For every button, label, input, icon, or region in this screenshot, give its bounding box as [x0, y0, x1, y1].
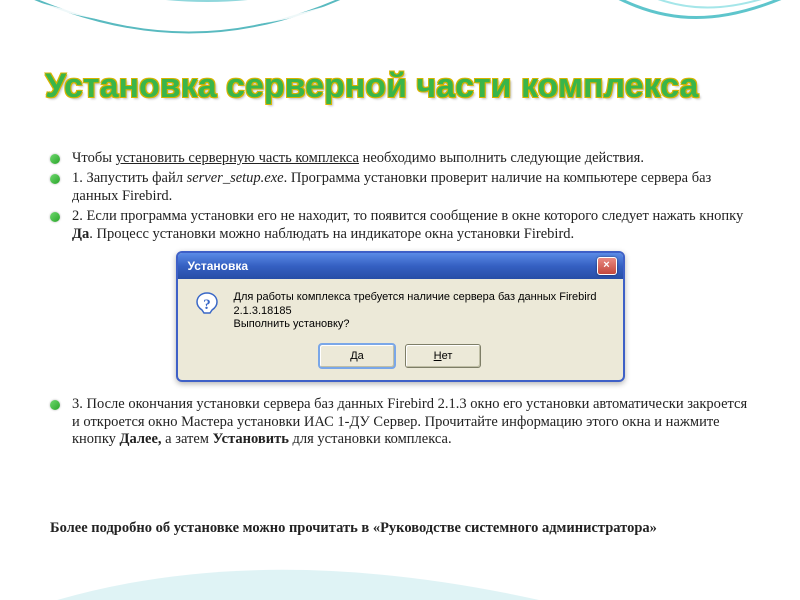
msg-line2: Выполнить установку? [234, 318, 613, 332]
no-first: Н [434, 350, 442, 362]
slide-body: Чтобы установить серверную часть комплек… [50, 150, 750, 451]
bullet-3: 2. Если программа установки его не наход… [50, 208, 750, 243]
install-dialog: Установка × ? Для работы комплекса требу… [176, 251, 625, 382]
dialog-title: Установка [188, 259, 249, 273]
no-button[interactable]: Нет [405, 344, 481, 368]
text: . Процесс установки можно наблюдать на и… [89, 226, 574, 242]
dialog-message: Для работы комплекса требуется наличие с… [234, 291, 613, 332]
bold-dalee: Далее, [120, 431, 162, 447]
close-button[interactable]: × [597, 257, 617, 275]
bullet-4: 3. После окончания установки сервера баз… [50, 396, 750, 448]
text: 2. Если программа установки его не наход… [72, 208, 743, 224]
yes-rest: а [358, 350, 364, 362]
link-install-server[interactable]: установить серверную часть комплекса [116, 150, 359, 166]
bold-da: Да [72, 226, 89, 242]
text: Чтобы [72, 150, 116, 166]
yes-first: Д [350, 350, 357, 362]
text: а затем [162, 431, 213, 447]
svg-text:?: ? [203, 297, 211, 313]
text: для установки комплекса. [289, 431, 452, 447]
no-rest: ет [442, 350, 453, 362]
bold-install: Установить [213, 431, 289, 447]
yes-button[interactable]: Да [319, 344, 395, 368]
slide-title: Установка серверной части комплекса [45, 68, 745, 105]
text: необходимо выполнить следующие действия. [359, 150, 644, 166]
text: 1. Запустить файл [72, 170, 187, 186]
msg-line1: Для работы комплекса требуется наличие с… [234, 291, 613, 319]
question-icon: ? [192, 291, 222, 321]
footer-note: Более подробно об установке можно прочит… [50, 520, 750, 537]
bullet-2: 1. Запустить файл server_setup.exe. Прог… [50, 170, 750, 205]
bullet-1: Чтобы установить серверную часть комплек… [50, 150, 750, 167]
filename: server_setup.exe [187, 170, 284, 186]
